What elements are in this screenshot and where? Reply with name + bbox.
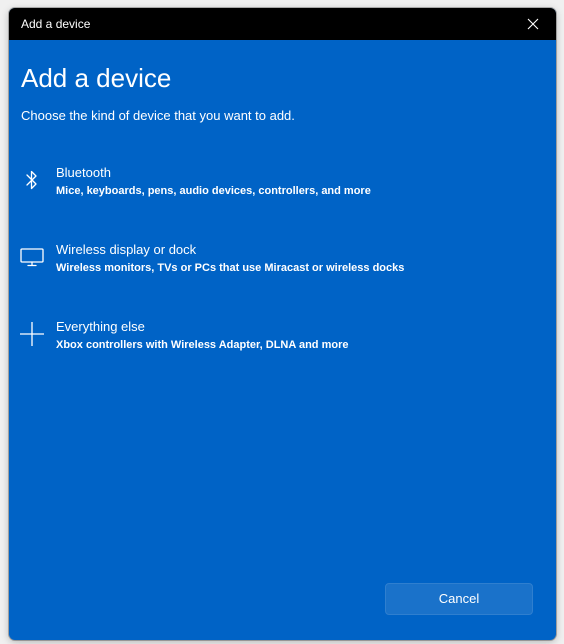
add-device-dialog: Add a device Add a device Choose the kin… <box>9 8 556 640</box>
page-title: Add a device <box>21 63 172 93</box>
option-title: Everything else <box>56 319 145 334</box>
monitor-icon <box>19 244 45 270</box>
option-title: Bluetooth <box>56 165 111 180</box>
cancel-button[interactable]: Cancel <box>385 583 533 615</box>
plus-icon <box>19 321 45 347</box>
option-everything-else[interactable]: Everything else Xbox controllers with Wi… <box>13 315 543 361</box>
option-description: Xbox controllers with Wireless Adapter, … <box>56 339 349 351</box>
option-wireless-display[interactable]: Wireless display or dock Wireless monito… <box>13 238 543 284</box>
option-description: Wireless monitors, TVs or PCs that use M… <box>56 262 405 274</box>
window-title: Add a device <box>21 17 91 31</box>
close-button[interactable] <box>510 8 556 40</box>
close-icon <box>527 18 539 30</box>
option-description: Mice, keyboards, pens, audio devices, co… <box>56 185 371 197</box>
option-title: Wireless display or dock <box>56 242 197 257</box>
title-bar[interactable]: Add a device <box>9 8 556 40</box>
option-bluetooth[interactable]: Bluetooth Mice, keyboards, pens, audio d… <box>13 161 543 207</box>
page-subtitle: Choose the kind of device that you want … <box>21 108 295 123</box>
bluetooth-icon <box>19 167 45 193</box>
